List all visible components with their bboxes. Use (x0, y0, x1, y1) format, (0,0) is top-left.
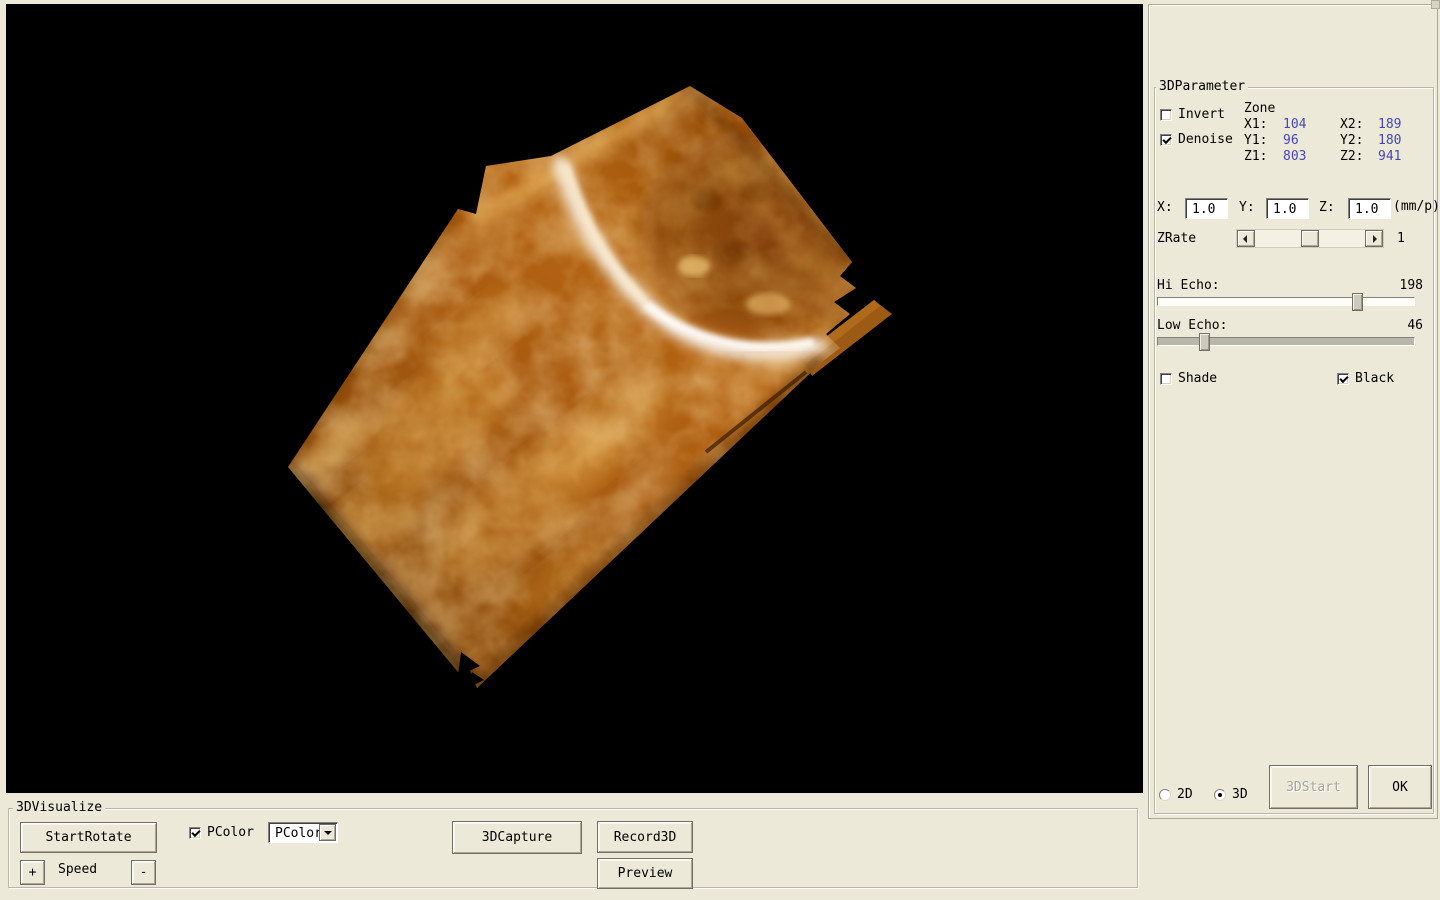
pcolor-combobox[interactable]: PColor (268, 822, 338, 843)
zrate-value: 1 (1397, 232, 1405, 246)
hi-echo-value: 198 (1395, 279, 1423, 293)
parameter-groupbox (1154, 87, 1434, 814)
low-echo-label: Low Echo: (1157, 319, 1227, 333)
speed-plus-button[interactable]: + (20, 860, 45, 885)
render-viewport[interactable] (6, 4, 1143, 793)
zone-z1-value: 803 (1283, 150, 1306, 164)
pcolor-combobox-dropdown-icon[interactable] (319, 824, 336, 841)
parameter-group-title: 3DParameter (1156, 80, 1248, 94)
zone-y2-label: Y2: (1340, 134, 1363, 148)
zone-z2-label: Z2: (1340, 150, 1363, 164)
shade-label: Shade (1178, 372, 1217, 386)
parameter-panel: 3DParameter Invert Denoise Zone X1: 104 … (1148, 4, 1438, 819)
visualize-group-title: 3DVisualize (13, 801, 105, 815)
zone-title: Zone (1244, 102, 1275, 116)
zone-x2-value: 189 (1378, 118, 1401, 132)
mode-2d-radio[interactable] (1159, 789, 1171, 801)
zone-y1-value: 96 (1283, 134, 1299, 148)
zrate-scrollbar[interactable] (1236, 229, 1384, 248)
invert-checkbox[interactable] (1160, 109, 1172, 121)
scale-x-input[interactable] (1185, 198, 1228, 219)
ultrasound-volume (6, 4, 1143, 793)
scale-z-label: Z: (1319, 201, 1335, 215)
black-label: Black (1355, 372, 1394, 386)
shade-checkbox[interactable] (1160, 373, 1172, 385)
zrate-label: ZRate (1157, 232, 1196, 246)
zrate-left-arrow[interactable] (1237, 230, 1255, 247)
pcolor-combobox-value: PColor (275, 826, 322, 841)
denoise-checkbox[interactable] (1160, 134, 1172, 146)
hi-echo-thumb[interactable] (1352, 293, 1363, 311)
scale-y-label: Y: (1239, 201, 1255, 215)
mode-3d-label: 3D (1232, 788, 1248, 802)
zone-y1-label: Y1: (1244, 134, 1267, 148)
ok-button[interactable]: OK (1368, 765, 1432, 809)
zrate-thumb[interactable] (1301, 230, 1319, 247)
preview-button[interactable]: Preview (597, 858, 693, 889)
speed-label: Speed (58, 863, 97, 877)
record-3d-button[interactable]: Record3D (597, 821, 693, 853)
invert-label: Invert (1178, 108, 1225, 122)
denoise-label: Denoise (1178, 133, 1233, 147)
zrate-right-arrow[interactable] (1365, 230, 1383, 247)
pcolor-checkbox[interactable] (189, 827, 201, 839)
zone-x1-label: X1: (1244, 118, 1267, 132)
zone-x2-label: X2: (1340, 118, 1363, 132)
zone-y2-value: 180 (1378, 134, 1401, 148)
hi-echo-label: Hi Echo: (1157, 279, 1220, 293)
zone-z1-label: Z1: (1244, 150, 1267, 164)
start-rotate-button[interactable]: StartRotate (20, 822, 157, 853)
mode-2d-label: 2D (1177, 788, 1193, 802)
scale-x-label: X: (1157, 201, 1173, 215)
scale-z-input[interactable] (1348, 198, 1391, 219)
low-echo-value: 46 (1395, 319, 1423, 333)
application-window: { "colors": { "background": "#ece9d8", "… (0, 0, 1440, 900)
black-checkbox[interactable] (1337, 373, 1349, 385)
scale-y-input[interactable] (1266, 198, 1309, 219)
low-echo-thumb[interactable] (1199, 333, 1210, 351)
start3d-button[interactable]: 3DStart (1269, 765, 1358, 809)
pcolor-label: PColor (207, 826, 254, 840)
window-corner-widget (1431, 0, 1440, 9)
speed-minus-button[interactable]: - (131, 860, 156, 885)
hi-echo-track[interactable] (1157, 297, 1415, 306)
mode-3d-radio[interactable] (1214, 789, 1226, 801)
zone-x1-value: 104 (1283, 118, 1306, 132)
zone-z2-value: 941 (1378, 150, 1401, 164)
capture-3d-button[interactable]: 3DCapture (452, 821, 582, 854)
low-echo-track[interactable] (1157, 337, 1415, 346)
scale-unit-label: (mm/p) (1393, 200, 1440, 214)
